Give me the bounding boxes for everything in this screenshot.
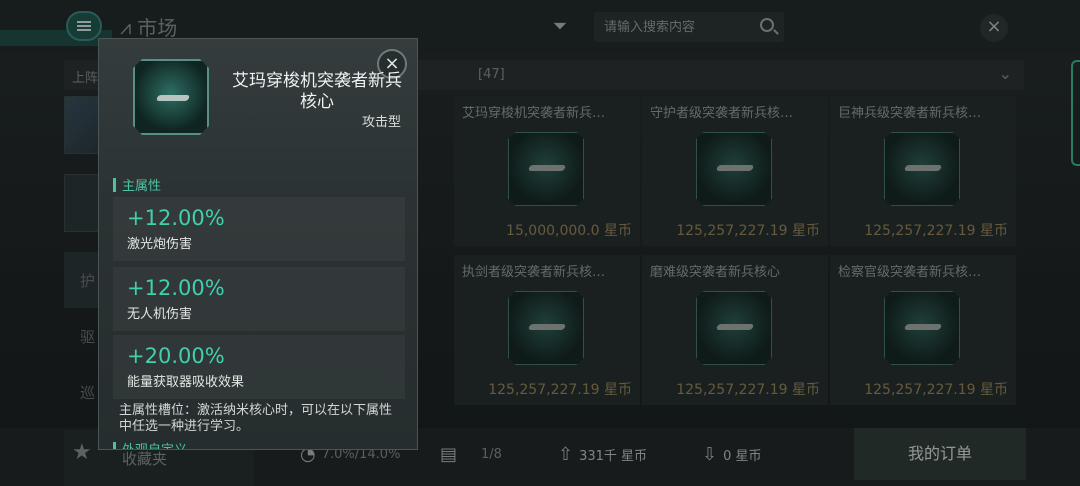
attribute-description: 主属性槽位：激活纳米核心时，可以在以下属性中任选一种进行学习。 xyxy=(119,403,393,434)
section-label: 外观自定义 xyxy=(122,439,187,449)
section-header: 主属性 xyxy=(113,175,161,194)
item-icon xyxy=(133,59,209,135)
attribute-value: +12.00% xyxy=(127,206,225,230)
attribute-name: 激光炮伤害 xyxy=(127,237,193,252)
item-subtitle: 攻击型 xyxy=(361,115,401,130)
attribute-card: +12.00% 激光炮伤害 xyxy=(113,197,405,261)
attribute-value: +20.00% xyxy=(127,344,225,368)
attribute-name: 能量获取器吸收效果 xyxy=(127,375,245,390)
item-title: 艾玛穿梭机突袭者新兵核心 xyxy=(232,71,402,112)
attribute-card: +12.00% 无人机伤害 xyxy=(113,267,405,331)
item-tooltip: × 艾玛穿梭机突袭者新兵核心 攻击型 主属性 +12.00% 激光炮伤害 +12… xyxy=(98,38,418,450)
ship-icon xyxy=(155,95,191,101)
section-label: 主属性 xyxy=(122,179,162,194)
attribute-card: +20.00% 能量获取器吸收效果 xyxy=(113,335,405,399)
section-header: 外观自定义 xyxy=(113,439,187,449)
attribute-value: +12.00% xyxy=(127,276,225,300)
attribute-name: 无人机伤害 xyxy=(127,307,193,322)
